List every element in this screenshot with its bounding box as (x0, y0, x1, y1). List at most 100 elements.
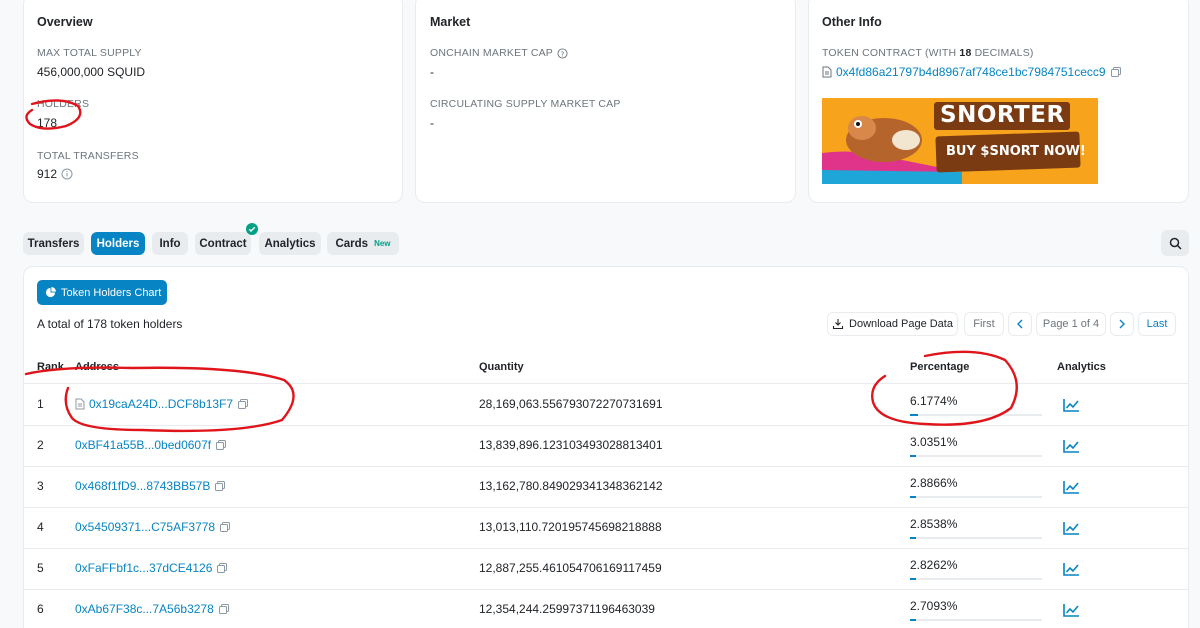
next-page-button[interactable] (1110, 312, 1134, 336)
percentage-bar (910, 619, 1042, 621)
copy-icon[interactable] (215, 439, 227, 451)
other-info-title: Other Info (822, 15, 882, 29)
page-indicator: Page 1 of 4 (1036, 312, 1106, 336)
download-icon (832, 318, 844, 330)
last-label: Last (1146, 318, 1168, 330)
download-label: Download Page Data (849, 318, 953, 330)
copy-icon[interactable] (216, 562, 228, 574)
new-badge: New (374, 239, 391, 248)
token-holders-chart-button[interactable]: Token Holders Chart (37, 280, 167, 305)
percentage-cell: 2.8538% (910, 517, 958, 531)
quantity-cell: 12,887,255.461054706169117459 (479, 561, 662, 575)
tab-label: Info (159, 237, 181, 250)
tab-label: Analytics (264, 237, 316, 250)
first-page-button[interactable]: First (964, 312, 1004, 336)
analytics-chart-link[interactable] (1063, 602, 1080, 617)
tab-label: Contract (199, 237, 247, 250)
header-percentage: Percentage (910, 361, 970, 373)
chevron-left-icon (1016, 319, 1024, 329)
other-info-card: Other Info TOKEN CONTRACT (WITH 18 DECIM… (808, 0, 1189, 203)
analytics-chart-link[interactable] (1063, 520, 1080, 535)
last-page-button[interactable]: Last (1138, 312, 1176, 336)
header-analytics: Analytics (1057, 361, 1106, 373)
line-chart-icon (1063, 603, 1080, 617)
tab-analytics[interactable]: Analytics (259, 232, 321, 255)
tab-transfers[interactable]: Transfers (23, 232, 84, 255)
copy-icon[interactable] (1110, 66, 1122, 78)
percentage-bar-fill (910, 578, 916, 580)
percentage-cell: 3.0351% (910, 435, 958, 449)
copy-icon[interactable] (219, 521, 231, 533)
header-rank: Rank (37, 361, 64, 373)
pie-chart-icon (45, 287, 56, 298)
percentage-cell: 6.1774% (910, 394, 958, 408)
download-page-data-button[interactable]: Download Page Data (827, 312, 958, 336)
holder-address-link[interactable]: 0x468f1fD9...8743BB57B (75, 479, 210, 493)
document-icon (822, 66, 832, 78)
line-chart-icon (1063, 562, 1080, 576)
copy-icon[interactable] (218, 603, 230, 615)
search-button[interactable] (1161, 230, 1189, 256)
line-chart-icon (1063, 439, 1080, 453)
holders-label: HOLDERS (37, 98, 90, 110)
circulating-market-cap-value: - (430, 116, 434, 130)
holders-value: 178 (37, 116, 58, 130)
rank-cell: 3 (37, 479, 44, 493)
ad-title: SNORTER (940, 102, 1065, 128)
percentage-bar-fill (910, 455, 916, 457)
tab-holders[interactable]: Holders (91, 232, 145, 255)
quantity-cell: 12,354,244.25997371196463039 (479, 602, 655, 616)
market-card: Market ONCHAIN MARKET CAP ? - CIRCULATIN… (415, 0, 796, 203)
search-icon (1169, 237, 1182, 250)
header-address: Address (75, 361, 120, 373)
holder-address-link[interactable]: 0xFaFFbf1c...37dCE4126 (75, 561, 212, 575)
tab-info[interactable]: Info (152, 232, 188, 255)
svg-text:?: ? (561, 49, 565, 58)
tab-label: Transfers (27, 237, 80, 250)
rank-cell: 1 (37, 397, 44, 411)
verified-check-icon (246, 223, 258, 235)
rank-cell: 5 (37, 561, 44, 575)
onchain-market-cap-value: - (430, 65, 434, 79)
max-supply-label: MAX TOTAL SUPPLY (37, 47, 142, 59)
first-label: First (973, 318, 995, 330)
percentage-bar-fill (910, 496, 916, 498)
tab-label: Holders (96, 237, 140, 250)
analytics-chart-link[interactable] (1063, 561, 1080, 576)
holder-address-link[interactable]: 0x19caA24D...DCF8b13F7 (89, 397, 233, 411)
analytics-chart-link[interactable] (1063, 397, 1080, 412)
token-contract-address[interactable]: 0x4fd86a21797b4d8967af748ce1bc7984751cec… (836, 65, 1106, 79)
token-contract-label: TOKEN CONTRACT (WITH 18 DECIMALS) (822, 47, 1034, 59)
percentage-cell: 2.8262% (910, 558, 958, 572)
snorter-ad-banner[interactable]: SNORTER BUY $SNORT NOW! (822, 98, 1098, 184)
copy-icon[interactable] (237, 398, 249, 410)
holder-address-link[interactable]: 0xBF41a55B...0bed0607f (75, 438, 211, 452)
help-icon[interactable]: ? (557, 47, 568, 59)
prev-page-button[interactable] (1008, 312, 1032, 336)
onchain-market-cap-label: ONCHAIN MARKET CAP (430, 47, 554, 59)
line-chart-icon (1063, 521, 1080, 535)
analytics-chart-link[interactable] (1063, 438, 1080, 453)
overview-card: Overview MAX TOTAL SUPPLY 456,000,000 SQ… (23, 0, 403, 203)
percentage-cell: 2.7093% (910, 599, 958, 613)
row-divider (23, 507, 1189, 508)
holder-address-link[interactable]: 0x54509371...C75AF3778 (75, 520, 215, 534)
total-transfers-value: 912 (37, 167, 58, 181)
percentage-bar-fill (910, 537, 916, 539)
contract-icon (75, 398, 85, 410)
rank-cell: 4 (37, 520, 44, 534)
tab-cards[interactable]: Cards New (327, 232, 399, 255)
analytics-chart-link[interactable] (1063, 479, 1080, 494)
info-icon[interactable] (61, 168, 73, 180)
percentage-bar (910, 414, 1042, 416)
quantity-cell: 13,839,896.123103493028813401 (479, 438, 663, 452)
holder-address-link[interactable]: 0xAb67F38c...7A56b3278 (75, 602, 214, 616)
copy-icon[interactable] (214, 480, 226, 492)
market-title: Market (430, 15, 471, 29)
tab-contract[interactable]: Contract (195, 232, 251, 255)
rank-cell: 6 (37, 602, 44, 616)
rank-cell: 2 (37, 438, 44, 452)
page-label: Page 1 of 4 (1042, 318, 1100, 330)
percentage-bar-fill (910, 414, 918, 416)
percentage-bar (910, 578, 1042, 580)
